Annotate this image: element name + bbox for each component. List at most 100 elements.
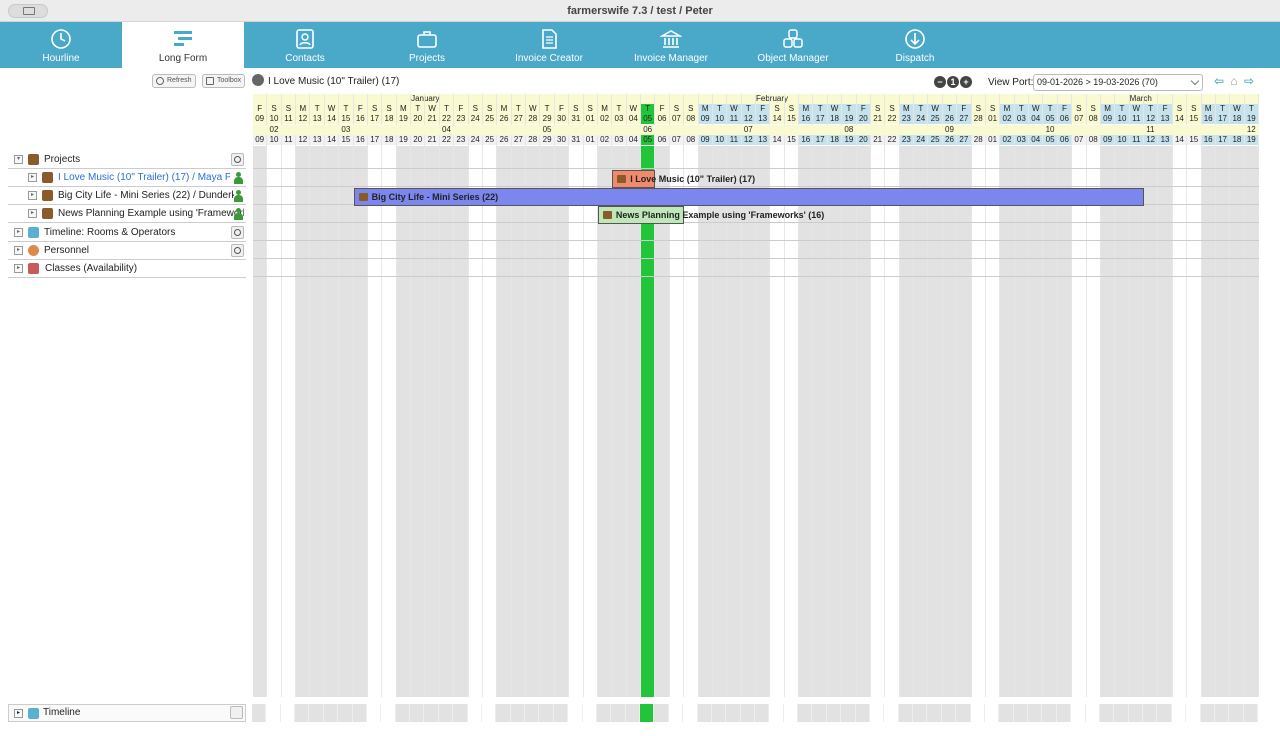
tab-contacts[interactable]: Contacts: [244, 22, 366, 68]
tab-dispatch[interactable]: Dispatch: [854, 22, 976, 68]
day-cell[interactable]: [554, 146, 569, 697]
day-column[interactable]: S 31 31: [569, 94, 584, 697]
timeline-cell[interactable]: [352, 704, 367, 722]
day-cell[interactable]: [1043, 146, 1057, 697]
timeline-cell[interactable]: [1157, 704, 1172, 722]
tree-projects[interactable]: ▾ Projects: [8, 151, 246, 169]
day-cell[interactable]: [411, 146, 425, 697]
day-column[interactable]: T 26 26: [942, 94, 958, 697]
timeline-cell[interactable]: [323, 704, 339, 722]
day-column[interactable]: M 16 16: [799, 94, 814, 697]
day-column[interactable]: S 11 11: [281, 94, 297, 697]
day-column[interactable]: T 10 10: [1115, 94, 1130, 697]
day-cell[interactable]: [1244, 146, 1258, 697]
day-column[interactable]: F 09 09: [253, 94, 268, 697]
day-column[interactable]: M 12 12: [296, 94, 311, 697]
timeline-cell[interactable]: [510, 704, 526, 722]
tree-project-item[interactable]: ▸ I Love Music (10" Trailer) (17) / Maya…: [8, 169, 246, 187]
timeline-cell[interactable]: [1143, 704, 1158, 722]
day-cell[interactable]: [971, 146, 985, 697]
day-cell[interactable]: [1201, 146, 1215, 697]
timeline-cell[interactable]: [1171, 704, 1187, 722]
day-cell[interactable]: [1129, 146, 1144, 697]
day-cell[interactable]: [569, 146, 583, 697]
timeline-cell[interactable]: [453, 704, 468, 722]
zoom-reset-icon[interactable]: 1: [947, 76, 959, 88]
day-cell[interactable]: [1230, 146, 1244, 697]
timeline-cell[interactable]: [424, 704, 439, 722]
timeline-cell[interactable]: [841, 704, 856, 722]
timeline-cell[interactable]: [1214, 704, 1230, 722]
day-column[interactable]: W 21 21: [425, 94, 440, 697]
booking-bar[interactable]: Big City Life - Mini Series (22): [353, 188, 1145, 206]
day-cell[interactable]: [1187, 146, 1201, 697]
toolbox-button[interactable]: Toolbox: [202, 74, 246, 88]
day-column[interactable]: T 12 12: [741, 94, 756, 697]
day-cell[interactable]: [784, 146, 799, 697]
day-column[interactable]: S 21 21: [870, 94, 886, 697]
day-cell[interactable]: [741, 146, 755, 697]
zoom-out-icon[interactable]: −: [934, 76, 946, 88]
day-cell[interactable]: [1057, 146, 1072, 697]
timeline-cell[interactable]: [826, 704, 842, 722]
day-column[interactable]: S 08 08: [1086, 94, 1101, 697]
search-icon[interactable]: [231, 153, 244, 166]
day-cell[interactable]: [439, 146, 454, 697]
timeline-cell[interactable]: [395, 704, 411, 722]
day-cell[interactable]: [641, 146, 655, 697]
day-cell[interactable]: [353, 146, 367, 697]
day-cell[interactable]: [296, 146, 310, 697]
timeline-cell[interactable]: [496, 704, 511, 722]
bottom-timeline-row[interactable]: ▸ Timeline: [8, 704, 246, 722]
day-cell[interactable]: [526, 146, 540, 697]
day-cell[interactable]: [813, 146, 827, 697]
day-cell[interactable]: [1158, 146, 1172, 697]
tab-object-manager[interactable]: Object Manager: [732, 22, 854, 68]
day-cell[interactable]: [957, 146, 971, 697]
day-column[interactable]: S 28 28: [971, 94, 986, 697]
day-column[interactable]: S 01 01: [583, 94, 598, 697]
day-column[interactable]: F 06 06: [1057, 94, 1073, 697]
timeline-cell[interactable]: [381, 704, 396, 722]
expand-toggle[interactable]: ▸: [14, 709, 23, 718]
day-column[interactable]: T 22 22: [439, 94, 455, 697]
timeline-cell[interactable]: [596, 704, 612, 722]
day-column[interactable]: T 17 17: [1215, 94, 1231, 697]
timeline-cell[interactable]: [366, 704, 382, 722]
day-cell[interactable]: [367, 146, 382, 697]
timeline-cell[interactable]: [970, 704, 985, 722]
day-column[interactable]: W 11 11: [1129, 94, 1145, 697]
day-column[interactable]: T 10 10: [712, 94, 728, 697]
timeline-cell[interactable]: [467, 704, 482, 722]
day-column[interactable]: W 28 28: [526, 94, 541, 697]
timeline-cell[interactable]: [999, 704, 1014, 722]
timeline-cell[interactable]: [266, 704, 281, 722]
day-cell[interactable]: [770, 146, 784, 697]
day-column[interactable]: S 08 08: [684, 94, 699, 697]
timeline-cell[interactable]: [769, 704, 784, 722]
day-column[interactable]: S 24 24: [468, 94, 483, 697]
day-column[interactable]: F 16 16: [353, 94, 368, 697]
day-column[interactable]: W 04 04: [1029, 94, 1044, 697]
day-cell[interactable]: [899, 146, 914, 697]
timeline-cell[interactable]: [927, 704, 942, 722]
day-cell[interactable]: [425, 146, 439, 697]
day-cell[interactable]: [339, 146, 353, 697]
timeline-cell[interactable]: [1128, 704, 1144, 722]
day-cell[interactable]: [310, 146, 324, 697]
home-icon[interactable]: ⌂: [1228, 75, 1240, 87]
timeline-cell[interactable]: [295, 704, 310, 722]
timeline-cell[interactable]: [711, 704, 727, 722]
timeline-cell[interactable]: [654, 704, 669, 722]
timeline-cell[interactable]: [1099, 704, 1115, 722]
timeline-cell[interactable]: [1114, 704, 1129, 722]
day-cell[interactable]: [626, 146, 641, 697]
day-cell[interactable]: [870, 146, 885, 697]
day-cell[interactable]: [669, 146, 684, 697]
day-cell[interactable]: [511, 146, 526, 697]
day-cell[interactable]: [756, 146, 770, 697]
tab-long-form[interactable]: Long Form: [122, 22, 244, 68]
day-column[interactable]: M 26 26: [497, 94, 512, 697]
day-column[interactable]: W 18 18: [1230, 94, 1245, 697]
day-column[interactable]: M 19 19: [396, 94, 412, 697]
